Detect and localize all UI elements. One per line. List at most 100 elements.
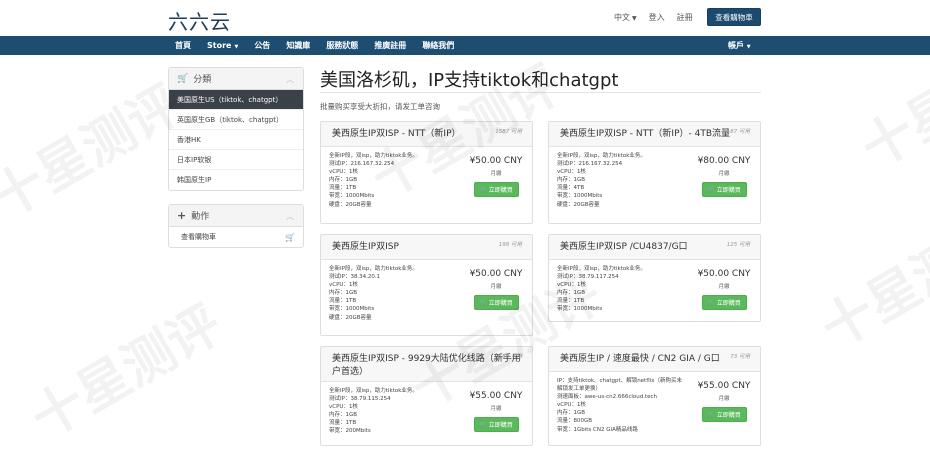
product-title: 美西原生IP双ISP /CU4837/G口 (560, 242, 688, 252)
categories-header[interactable]: 🛒 分類 ︿ (169, 68, 303, 90)
sidebar-category-item[interactable]: 韩国原生IP (169, 170, 303, 190)
pricing: ¥50.00 CNY 月繳 🛒 立即購買 (465, 260, 527, 310)
chevron-up-icon[interactable]: ︿ (286, 211, 294, 222)
cart-icon: 🛒 (479, 186, 487, 193)
feature-line: 内存：1GB (557, 177, 586, 184)
product-card-body: 全新IP段，双isp，助力tiktok业务。 测试IP：38.34.20.1 vCP… (321, 260, 532, 327)
feature-line: vCPU：1核 (557, 402, 586, 409)
nav-item-3[interactable]: 知識庫 (278, 36, 318, 55)
sidebar-category-item[interactable]: 美国原生US（tiktok、chatgpt） (169, 90, 303, 110)
sidebar-view-cart[interactable]: 查看購物車 🛒 (169, 227, 303, 247)
register-link[interactable]: 註冊 (677, 12, 693, 23)
order-now-button[interactable]: 🛒 立即購買 (473, 417, 519, 432)
feature-line: 内存：1GB (329, 412, 358, 419)
product-price: ¥55.00 CNY (469, 391, 523, 401)
nav-item-0[interactable]: 首頁 (168, 36, 199, 55)
nav-item-4[interactable]: 服務狀態 (318, 36, 366, 55)
product-card: 美西原生IP双ISP - NTT（新IP）- 4TB流量 187 可用 全新IP段，… (548, 121, 761, 224)
feature-line: 流量：1TB (557, 298, 585, 305)
actions-header[interactable]: + 動作 ︿ (169, 205, 303, 227)
feature-line: vCPU：1核 (329, 404, 358, 411)
page-subtitle: 批量购买享受大折扣，请发工单咨询 (320, 102, 440, 111)
product-card: 美西原生IP双ISP - 9929大陆优化线路（新手用户首选） 158 可用 全新I… (320, 346, 533, 446)
plus-icon: + (177, 209, 187, 222)
billing-cycle: 月繳 (718, 171, 730, 177)
feature-line: 硬盘：20GB容量 (557, 201, 600, 208)
availability-count: 198 可用 (498, 242, 522, 248)
view-cart-button[interactable]: 查看購物車 (707, 8, 761, 26)
feature-line: 带宽：1000Mbits (557, 306, 603, 313)
site-logo[interactable]: 六六云 (168, 6, 231, 35)
cart-icon: 🛒 (285, 232, 295, 242)
product-features: 全新IP段，双isp，助力tiktok业务。 测试IP：38.79.117.254… (557, 265, 687, 314)
feature-line: vCPU：1核 (557, 282, 586, 289)
feature-line: 流量：1TB (329, 298, 357, 305)
order-now-button[interactable]: 🛒 立即購買 (473, 182, 519, 197)
feature-line: 带宽：200Mbits (329, 428, 371, 435)
pricing: ¥50.00 CNY 月繳 🛒 立即購買 (693, 260, 755, 310)
feature-line: 带宽：1Gbits CN2 GIA精品线路 (557, 426, 638, 433)
sidebar-category-item[interactable]: 香港HK (169, 130, 303, 150)
availability-count: 187 可用 (726, 129, 750, 135)
nav-item-6[interactable]: 聯絡我們 (414, 36, 462, 55)
nav-item-5[interactable]: 推廣註冊 (366, 36, 414, 55)
billing-cycle: 月繳 (490, 284, 502, 290)
account-menu[interactable]: 帳戶 ▼ (728, 36, 751, 57)
product-card-header: 美西原生IP双ISP - NTT（新IP） 1587 可用 (321, 122, 532, 147)
product-price: ¥50.00 CNY (469, 269, 523, 279)
feature-line: 测速面板：awe-us-cn2.666cloud.tech (557, 394, 658, 401)
product-card-body: 全新IP段，双isp，助力tiktok业务。 测试IP：216.167.32.25… (549, 147, 760, 214)
feature-line: 流量：1TB (329, 185, 357, 192)
billing-cycle: 月繳 (718, 284, 730, 290)
nav-item-label: Store (207, 41, 232, 50)
product-card-body: 全新IP段，双isp，助力tiktok业务。 测试IP：216.167.32.25… (321, 147, 532, 214)
feature-line: vCPU：1核 (329, 282, 358, 289)
nav-item-2[interactable]: 公告 (246, 36, 278, 55)
sidebar-category-item[interactable]: 英国原生GB（tiktok、chatgpt） (169, 110, 303, 130)
feature-line: 测试IP：38.34.20.1 (329, 274, 381, 281)
feature-line: 全新IP段，双isp，助力tiktok业务。 (557, 153, 646, 159)
product-features: IP：支持tiktok、chatgpt、解锁netflix（新购买未解锁发工单更… (557, 377, 687, 434)
billing-cycle: 月繳 (490, 406, 502, 412)
feature-line: 全新IP段，双isp，助力tiktok业务。 (557, 266, 646, 272)
language-selector[interactable]: 中文 ▼ (614, 12, 637, 23)
order-now-button[interactable]: 🛒 立即購買 (701, 182, 747, 197)
pricing: ¥80.00 CNY 月繳 🛒 立即購買 (693, 147, 755, 197)
feature-line: 流量：800GB (557, 418, 593, 425)
watermark: 十星测评 (811, 204, 930, 361)
cart-icon: 🛒 (479, 421, 487, 428)
product-features: 全新IP段，双isp，助力tiktok业务。 测试IP：38.34.20.1 vCP… (329, 265, 459, 322)
cart-icon: 🛒 (707, 411, 715, 418)
caret-down-icon: ▼ (746, 44, 751, 50)
sidebar-category-item[interactable]: 日本IP软银 (169, 150, 303, 170)
feature-line: vCPU：1核 (557, 169, 586, 176)
actions-panel: + 動作 ︿ 查看購物車 🛒 (168, 204, 304, 248)
feature-line: 流量：4TB (557, 185, 585, 192)
nav-items: 首頁 Store ▼ 公告 知識庫 服務狀態 推廣註冊 聯絡我們 (168, 36, 462, 55)
divider (320, 92, 761, 93)
main-nav: 首頁 Store ▼ 公告 知識庫 服務狀態 推廣註冊 聯絡我們 帳戶 ▼ (0, 36, 930, 55)
product-price: ¥50.00 CNY (697, 269, 751, 279)
top-links: 中文 ▼ 登入 註冊 (614, 12, 693, 23)
order-now-button[interactable]: 🛒 立即購買 (701, 295, 747, 310)
nav-item-label: 聯絡我們 (422, 41, 455, 50)
caret-down-icon: ▼ (234, 44, 239, 50)
chevron-up-icon[interactable]: ︿ (286, 74, 294, 85)
feature-line: vCPU：1核 (329, 169, 358, 176)
order-now-button[interactable]: 🛒 立即購買 (701, 407, 747, 422)
product-card-body: 全新IP段，双isp，助力tiktok业务。 测试IP：38.79.115.254… (321, 382, 532, 441)
product-card-body: IP：支持tiktok、chatgpt、解锁netflix（新购买未解锁发工单更… (549, 372, 760, 439)
nav-item-1[interactable]: Store ▼ (199, 36, 246, 55)
availability-count: 73 可用 (730, 354, 750, 360)
billing-cycle: 月繳 (490, 171, 502, 177)
product-card-body: 全新IP段，双isp，助力tiktok业务。 测试IP：38.79.117.254… (549, 260, 760, 319)
order-now-button[interactable]: 🛒 立即購買 (473, 295, 519, 310)
product-title: 美西原生IP双ISP - 9929大陆优化线路（新手用户首选） (332, 354, 521, 377)
watermark: 十星测评 (0, 74, 192, 231)
product-price: ¥55.00 CNY (697, 381, 751, 391)
feature-line: 测试IP：38.79.115.254 (329, 396, 391, 403)
cart-icon: 🛒 (177, 73, 189, 84)
product-features: 全新IP段，双isp，助力tiktok业务。 测试IP：216.167.32.25… (557, 152, 687, 209)
cart-icon: 🛒 (479, 299, 487, 306)
login-link[interactable]: 登入 (649, 12, 665, 23)
